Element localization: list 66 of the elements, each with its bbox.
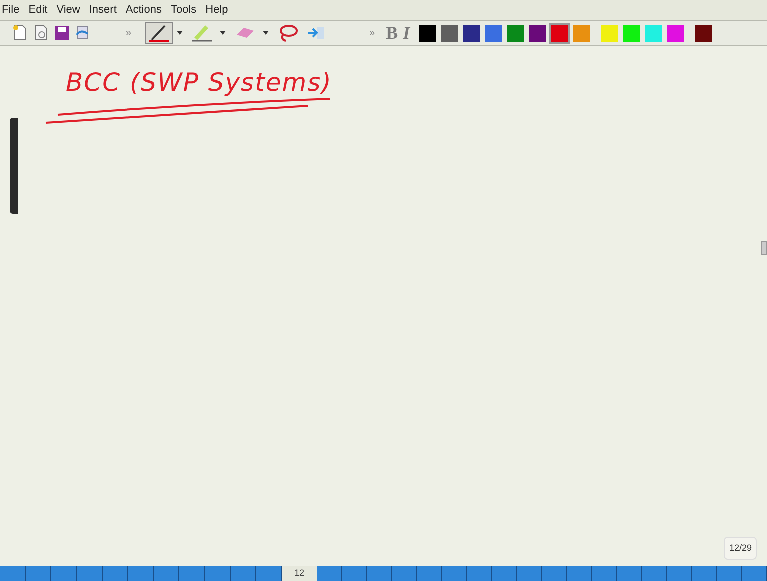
export-icon[interactable]	[75, 25, 91, 41]
page-thumbnail[interactable]	[102, 566, 128, 581]
document-icon[interactable]	[33, 25, 49, 41]
tool-button[interactable]	[144, 22, 173, 44]
color-swatch[interactable]	[419, 24, 436, 42]
menu-item[interactable]: View	[56, 2, 80, 18]
page-thumbnail[interactable]	[742, 566, 767, 581]
handwritten-note: BCC (SWP Systems)	[66, 67, 332, 99]
color-swatch[interactable]	[667, 24, 684, 42]
color-swatch[interactable]	[441, 24, 458, 42]
page-thumbnail[interactable]	[205, 566, 231, 581]
highlighter-icon	[190, 24, 213, 42]
page-thumbnail[interactable]	[567, 566, 592, 581]
page-thumbnail[interactable]	[367, 566, 392, 581]
page-thumbnail[interactable]	[26, 566, 52, 581]
page-thumbnail[interactable]	[517, 566, 542, 581]
page-thumbnail[interactable]	[230, 566, 256, 581]
page-thumbnail[interactable]	[717, 566, 742, 581]
page-thumbnail[interactable]	[179, 566, 205, 581]
caret-icon	[262, 31, 269, 35]
color-swatch[interactable]	[573, 24, 590, 42]
page-thumbnail[interactable]	[592, 566, 617, 581]
page-thumbnail[interactable]	[342, 566, 367, 581]
page-counter: 12/29	[724, 536, 757, 560]
menu-item[interactable]: Edit	[28, 2, 48, 18]
color-swatch[interactable]	[529, 24, 546, 42]
page-thumbnail[interactable]	[128, 566, 154, 581]
color-swatch[interactable]	[695, 24, 712, 42]
color-swatch[interactable]	[623, 24, 640, 42]
page-thumbnail[interactable]	[417, 566, 442, 581]
page-thumbnail[interactable]	[51, 566, 77, 581]
page-thumbnail[interactable]	[0, 566, 26, 581]
color-swatch[interactable]	[463, 24, 480, 42]
page-thumbnail[interactable]	[154, 566, 180, 581]
page-thumbnail[interactable]	[256, 566, 282, 581]
insert-space-icon[interactable]	[306, 26, 325, 40]
pen-icon	[148, 24, 170, 42]
italic-button[interactable]: I	[403, 20, 410, 46]
page-thumbnail[interactable]	[667, 566, 692, 581]
page-thumbnail[interactable]	[442, 566, 467, 581]
menu-item[interactable]: Actions	[126, 2, 162, 18]
page-thumbnail[interactable]	[76, 566, 102, 581]
page-thumbnail[interactable]	[467, 566, 492, 581]
page-thumbnail[interactable]	[692, 566, 717, 581]
menu-item[interactable]: Insert	[89, 2, 117, 18]
page-thumbnail[interactable]	[492, 566, 517, 581]
menu-item[interactable]: File	[2, 2, 20, 18]
menu-item[interactable]: Help	[206, 2, 228, 18]
color-swatch[interactable]	[645, 24, 662, 42]
caret-icon	[176, 31, 183, 35]
page-thumbnail[interactable]	[617, 566, 642, 581]
new-document-icon[interactable]	[12, 25, 28, 41]
color-swatch[interactable]	[507, 24, 524, 42]
caret-icon	[220, 31, 226, 35]
page-thumbnail[interactable]	[542, 566, 567, 581]
save-icon[interactable]	[54, 25, 70, 41]
color-swatch[interactable]	[485, 24, 502, 42]
current-page-number: 12	[293, 567, 306, 580]
page-thumbnail[interactable]	[642, 566, 667, 581]
menu-item[interactable]: Tools	[170, 2, 197, 18]
scroll-handle[interactable]	[761, 241, 767, 255]
bold-button[interactable]: B	[386, 20, 398, 46]
color-swatch[interactable]	[551, 24, 568, 42]
page-thumbnail[interactable]	[317, 566, 342, 581]
color-swatch[interactable]	[601, 24, 618, 42]
page-thumbnail[interactable]	[392, 566, 417, 581]
